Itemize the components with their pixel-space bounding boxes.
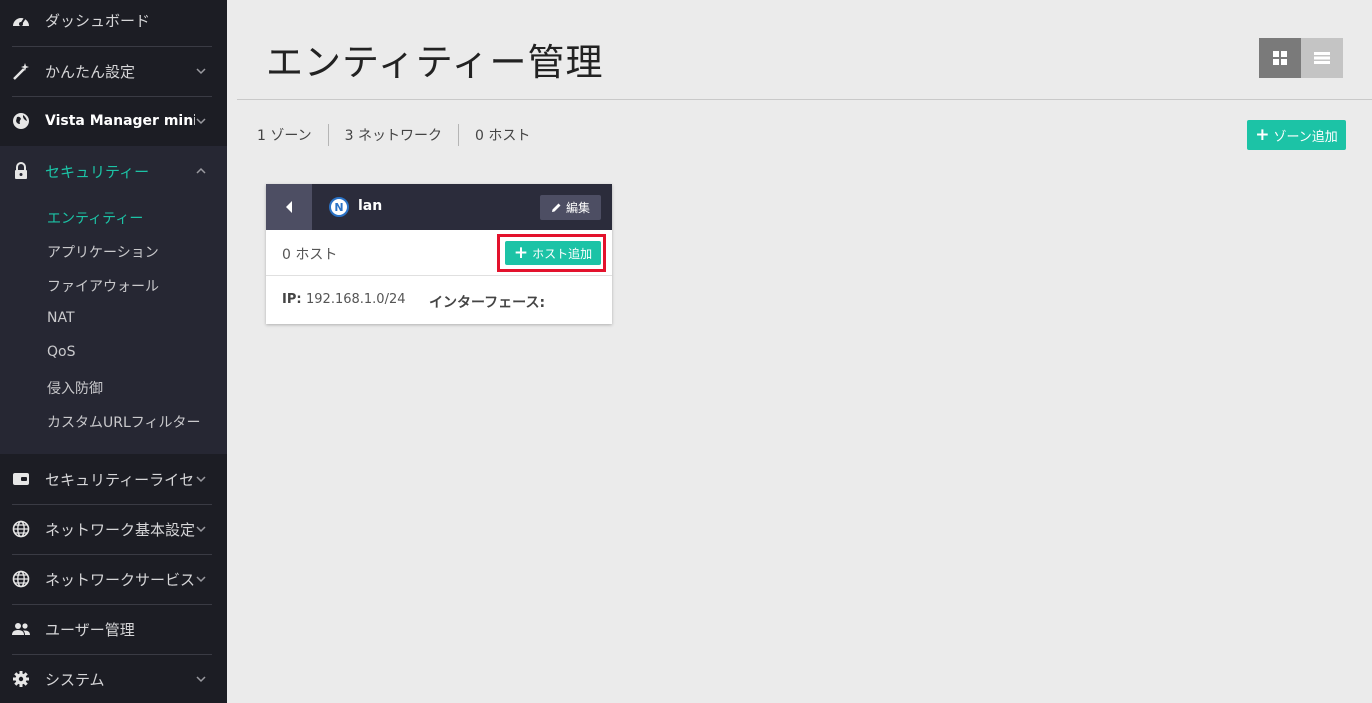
chevron-down-icon (196, 676, 206, 683)
add-zone-label: ゾーン追加 (1273, 129, 1338, 145)
main-content: エンティティー管理 1 ゾーン 3 ネットワーク 0 ホスト + ゾーン追加 N… (227, 0, 1372, 703)
header-divider (237, 99, 1372, 100)
sidebar-item-user-management[interactable]: ユーザー管理 (0, 604, 227, 654)
collapse-button[interactable] (266, 184, 312, 230)
zone-count: 1 ゾーン (257, 128, 312, 144)
globe-icon (11, 519, 31, 539)
zone-host-row: 0 ホスト + ホスト追加 (266, 230, 612, 276)
sidebar-item-label: システム (45, 670, 105, 689)
entity-stats: 1 ゾーン 3 ネットワーク 0 ホスト (257, 124, 546, 146)
add-host-label: ホスト追加 (532, 246, 593, 261)
submenu-item-entity[interactable]: エンティティー (47, 208, 143, 228)
speedometer-icon (11, 10, 31, 30)
chevron-up-icon (196, 167, 206, 174)
edit-zone-button[interactable]: 編集 (540, 195, 601, 220)
sidebar-item-easy-setup[interactable]: かんたん設定 (0, 46, 227, 96)
page-title: エンティティー管理 (266, 41, 604, 84)
sidebar-item-label: ユーザー管理 (45, 620, 135, 639)
ip-label: IP: (282, 292, 302, 307)
submenu-item-custom-url-filter[interactable]: カスタムURLフィルター (47, 412, 201, 432)
interface-label: インターフェース: (429, 295, 546, 311)
grid-icon (1273, 51, 1287, 65)
list-icon (1314, 52, 1330, 64)
chevron-down-icon (196, 476, 206, 483)
network-count: 3 ネットワーク (327, 124, 458, 146)
plus-icon: + (513, 242, 529, 263)
sidebar-item-label: ダッシュボード (45, 11, 151, 30)
view-toggle (1259, 38, 1343, 78)
add-zone-button[interactable]: + ゾーン追加 (1247, 120, 1346, 150)
submenu-item-nat[interactable]: NAT (47, 310, 75, 326)
sidebar: ダッシュボード かんたん設定 Vista Manager mini セキュリティ… (0, 0, 227, 703)
globe-icon (11, 569, 31, 589)
magic-wand-icon (11, 61, 31, 81)
chevron-down-icon (196, 526, 206, 533)
submenu-item-qos[interactable]: QoS (47, 344, 75, 360)
sidebar-item-vista-manager-mini[interactable]: Vista Manager mini (0, 96, 227, 146)
zone-card-header: N lan 編集 (266, 184, 612, 230)
edit-label: 編集 (565, 201, 590, 215)
grid-view-button[interactable] (1259, 38, 1301, 78)
submenu-item-application[interactable]: アプリケーション (47, 242, 159, 262)
plus-icon: + (1255, 124, 1270, 145)
zone-card: N lan 編集 0 ホスト + ホスト追加 IP: 192.168.1.0/2… (266, 184, 612, 324)
ip-value: 192.168.1.0/24 (306, 292, 406, 307)
zone-name: lan (358, 198, 383, 214)
sidebar-item-label: Vista Manager mini (45, 113, 195, 129)
sidebar-item-label: かんたん設定 (45, 62, 136, 81)
sidebar-item-system[interactable]: システム (0, 654, 227, 703)
users-icon (11, 619, 31, 639)
list-view-button[interactable] (1301, 38, 1343, 78)
sidebar-item-network-services[interactable]: ネットワークサービス (0, 554, 227, 604)
sidebar-item-label: ネットワークサービス (45, 570, 195, 589)
host-count-total: 0 ホスト (458, 124, 546, 146)
sidebar-item-network-basic-settings[interactable]: ネットワーク基本設定 (0, 504, 227, 554)
sidebar-item-label: セキュリティーライセ... (45, 470, 195, 489)
add-host-button[interactable]: + ホスト追加 (505, 241, 601, 265)
pencil-icon (551, 203, 561, 212)
caret-left-icon (286, 201, 292, 213)
chevron-down-icon (196, 118, 206, 125)
license-icon (11, 469, 31, 489)
zone-network-row: IP: 192.168.1.0/24 インターフェース: (266, 276, 612, 324)
gear-icon (11, 669, 31, 689)
sidebar-item-dashboard[interactable]: ダッシュボード (0, 0, 227, 45)
globe-icon (11, 111, 31, 131)
zone-type-badge: N (329, 197, 349, 217)
chevron-down-icon (196, 68, 206, 75)
zone-host-count: 0 ホスト (282, 247, 338, 263)
sidebar-item-label: セキュリティー (45, 162, 150, 181)
submenu-item-intrusion-prevention[interactable]: 侵入防御 (47, 378, 103, 398)
sidebar-item-label: ネットワーク基本設定 (45, 520, 195, 539)
sidebar-item-security[interactable]: セキュリティー (0, 146, 227, 196)
chevron-down-icon (196, 576, 206, 583)
submenu-item-firewall[interactable]: ファイアウォール (47, 276, 159, 296)
lock-icon (11, 161, 31, 181)
sidebar-item-security-license[interactable]: セキュリティーライセ... (0, 454, 227, 504)
